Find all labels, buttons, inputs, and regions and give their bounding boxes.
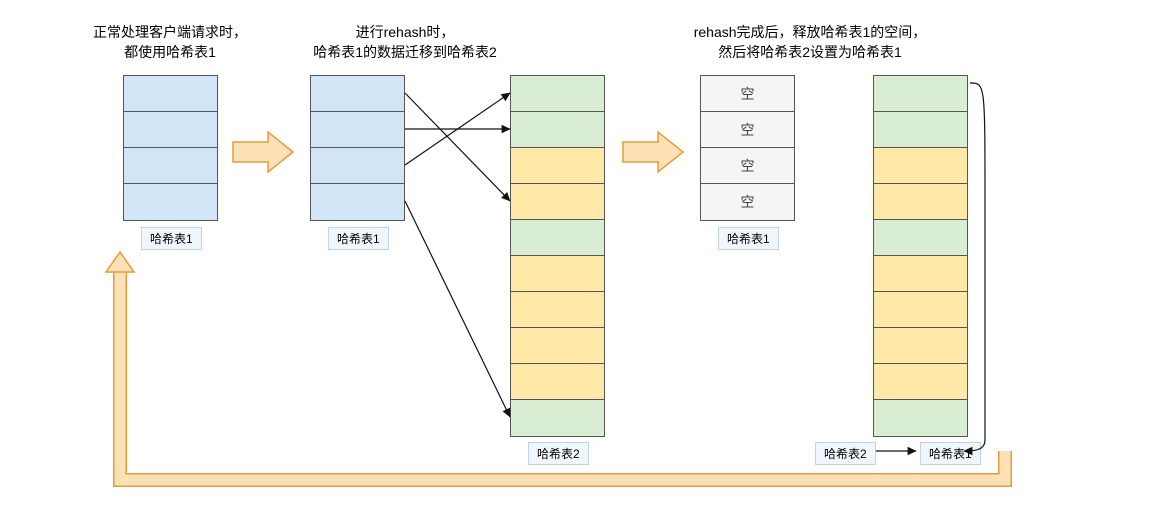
stage2-table1-label: 哈希表1 [328,227,389,250]
stage2-table2-label: 哈希表2 [528,442,589,465]
table-row [874,364,967,400]
table-row [511,76,604,112]
table-row [511,184,604,220]
stage3-rename-src-label: 哈希表2 [815,442,876,465]
table-row [874,148,967,184]
table-row [511,220,604,256]
table-row [311,112,404,148]
stage3-rename-dst-label: 哈希表1 [920,442,981,465]
stage2-table2 [510,75,605,437]
stage1-table1-label: 哈希表1 [141,227,202,250]
table-row [511,328,604,364]
table-row [874,328,967,364]
table-row [874,76,967,112]
table-row [511,400,604,436]
table-row: 空 [701,148,794,184]
table-row [511,292,604,328]
stage3-table2 [873,75,968,437]
table-row [874,112,967,148]
table-row [874,220,967,256]
table-row [124,148,217,184]
table-row [124,76,217,112]
big-arrow-2 [618,128,688,176]
table-row [874,400,967,436]
table-row: 空 [701,112,794,148]
table-row [311,148,404,184]
table-row: 空 [701,76,794,112]
stage3-caption: rehash完成后，释放哈希表1的空间， 然后将哈希表2设置为哈希表1 [640,23,980,62]
stage3-table1-label: 哈希表1 [718,227,779,250]
table-row [311,184,404,220]
table-row [874,184,967,220]
table-row [874,292,967,328]
stage2-table1 [310,75,405,221]
table-row [511,256,604,292]
stage2-caption: 进行rehash时， 哈希表1的数据迁移到哈希表2 [275,23,535,62]
stage1-table1 [123,75,218,221]
table-row [311,76,404,112]
table-row [124,184,217,220]
big-arrow-1 [228,128,298,176]
table-row [511,148,604,184]
stage3-table1: 空空空空 [700,75,795,221]
table-row: 空 [701,184,794,220]
stage1-caption: 正常处理客户端请求时， 都使用哈希表1 [70,23,270,62]
table-row [874,256,967,292]
table-row [511,364,604,400]
table-row [124,112,217,148]
table-row [511,112,604,148]
